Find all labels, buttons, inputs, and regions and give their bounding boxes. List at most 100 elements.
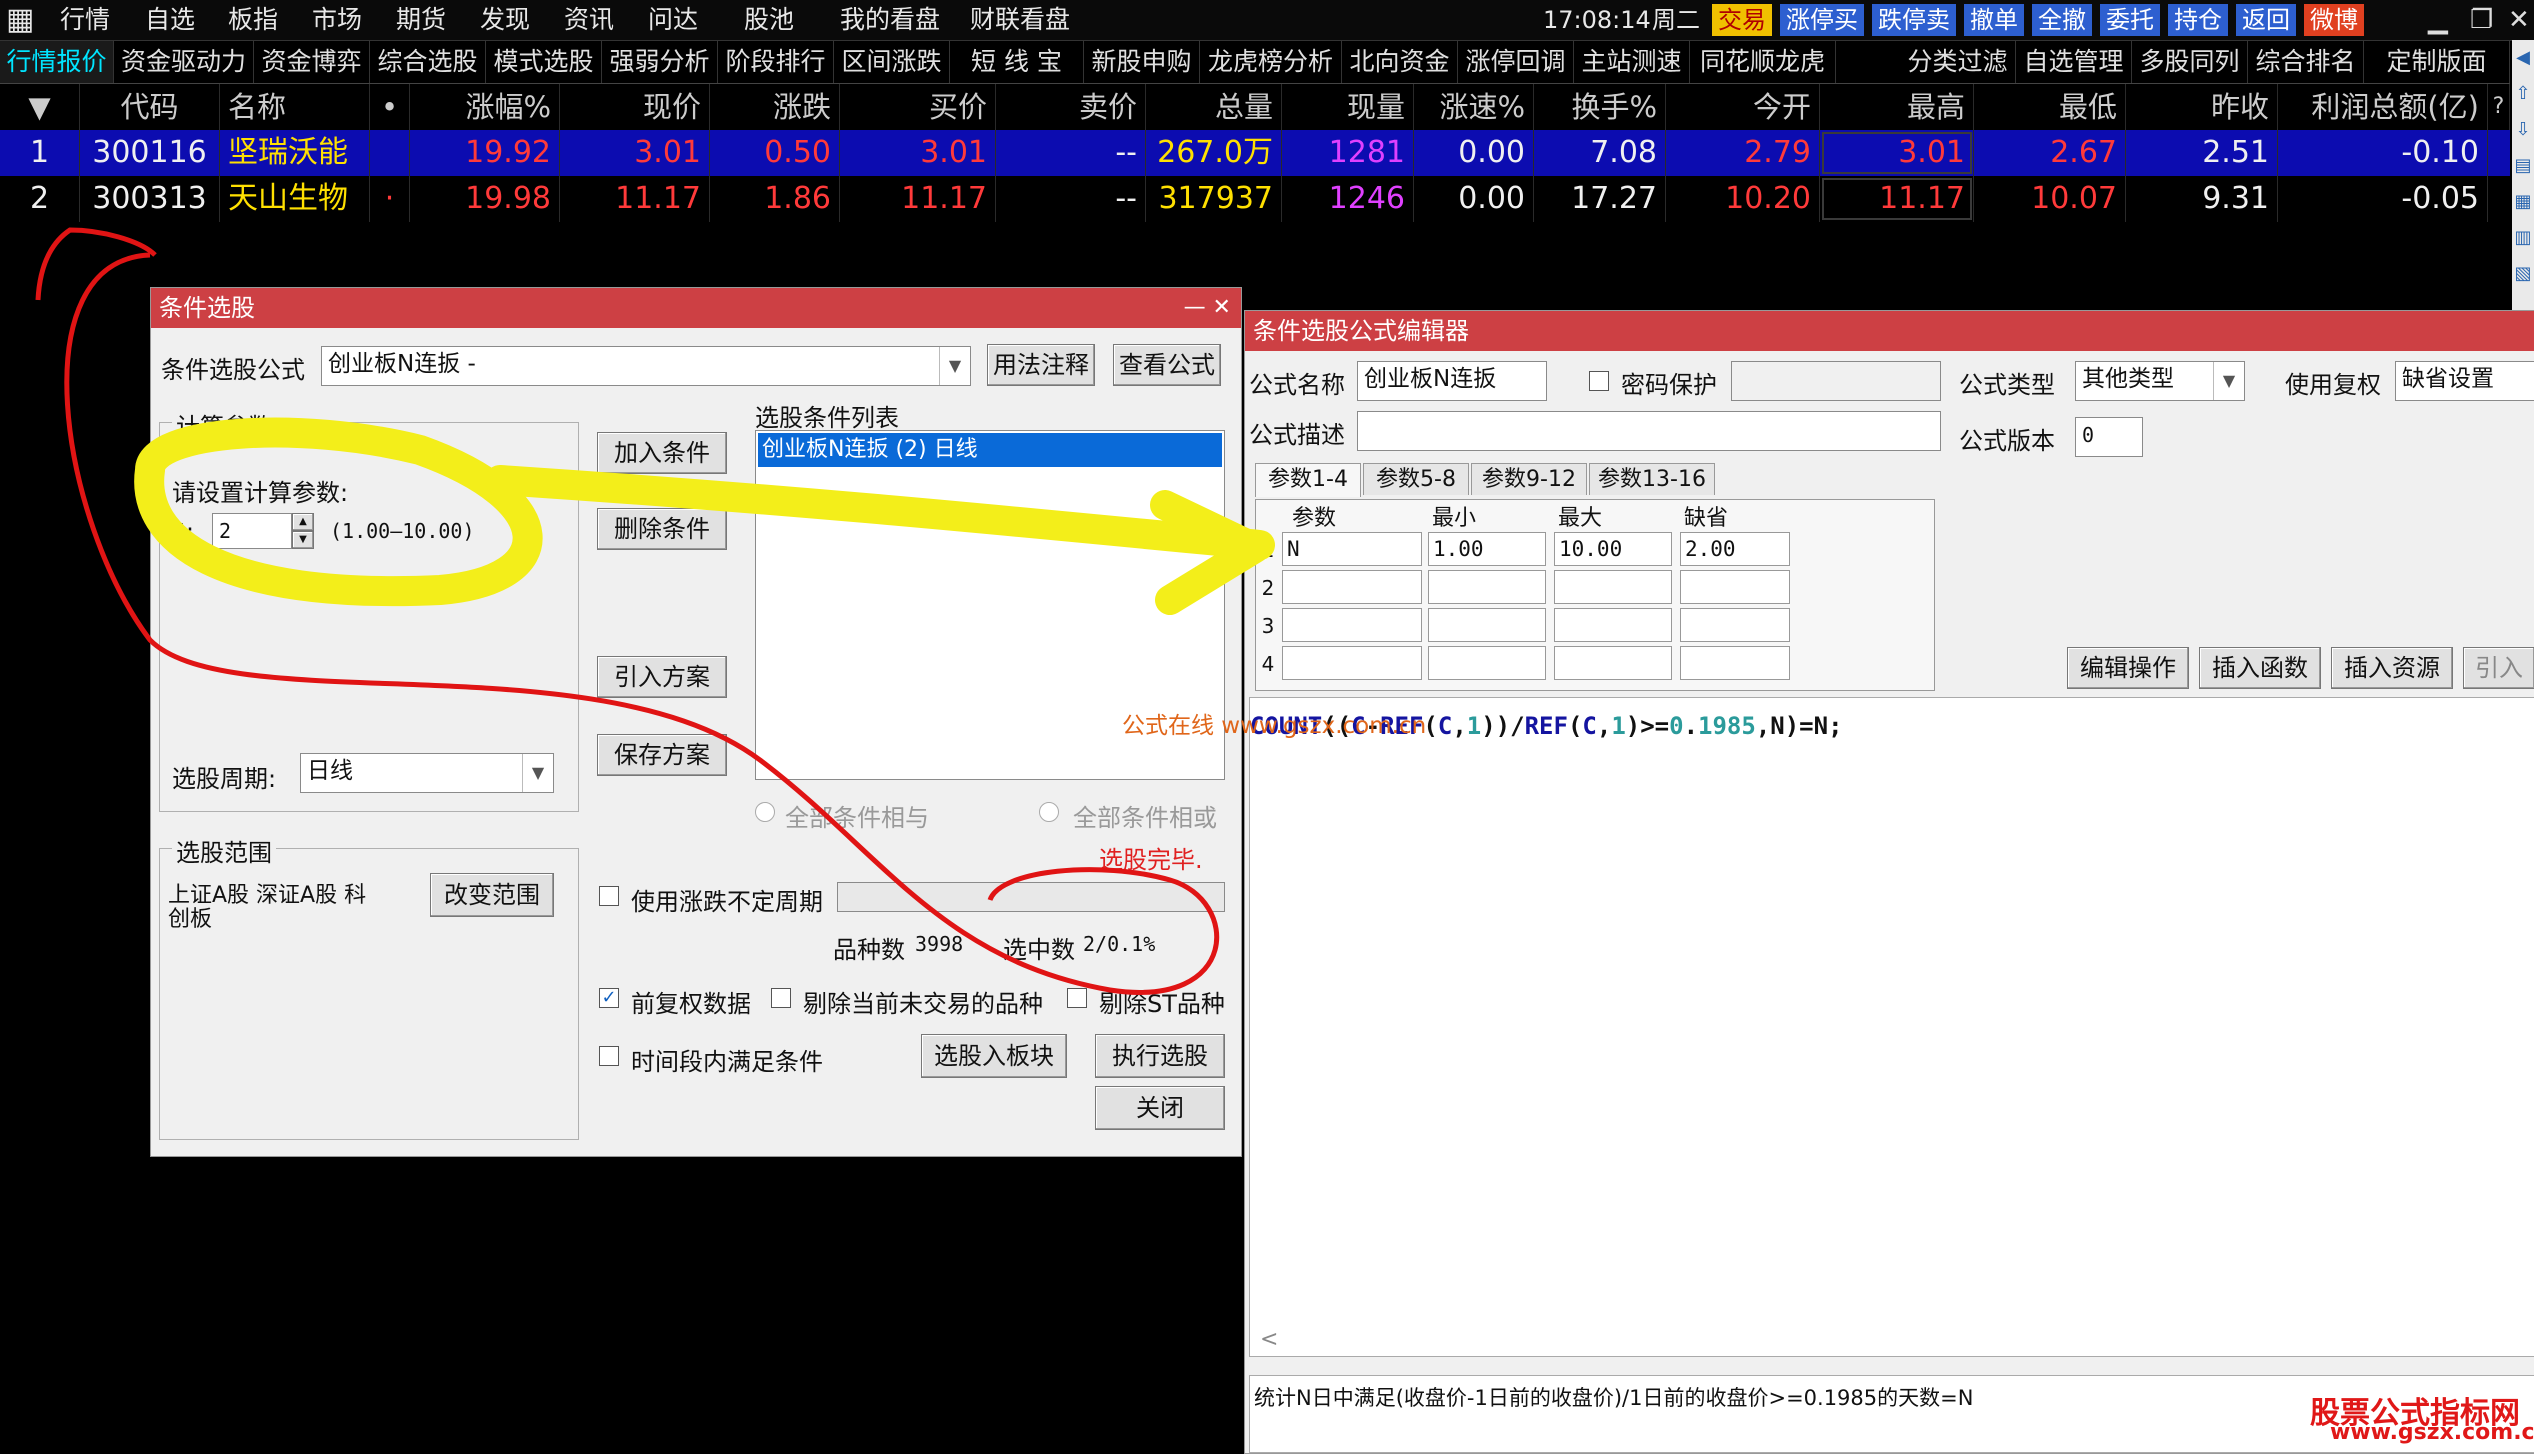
grid-cell-def[interactable]: 2.00 <box>1680 532 1790 566</box>
col-pct[interactable]: 涨幅% <box>410 84 560 130</box>
list-icon[interactable]: ▤ <box>2512 148 2534 184</box>
chevron-down-icon[interactable]: ▼ <box>522 754 553 792</box>
tab-multi-stock[interactable]: 多股同列 <box>2132 41 2248 83</box>
trade-button-0[interactable]: 交易 <box>1712 4 1772 36</box>
menu-cailiankanpan[interactable]: 财联看盘 <box>970 0 1070 40</box>
grid-cell-min[interactable] <box>1428 608 1546 642</box>
scroll-left-icon[interactable]: < <box>1260 1327 1278 1352</box>
variable-period-checkbox[interactable] <box>599 886 619 906</box>
period-select[interactable]: 日线 ▼ <box>300 753 554 793</box>
grid-icon[interactable]: ▦ <box>2512 184 2534 220</box>
spin-down-icon[interactable]: ▼ <box>292 531 314 549</box>
menu-hangqing[interactable]: 行情 <box>60 0 110 40</box>
tab-strength[interactable]: 强弱分析 <box>602 41 718 83</box>
col-prev[interactable]: 昨收 <box>2126 84 2278 130</box>
save-plan-button[interactable]: 保存方案 <box>597 734 727 776</box>
grid-cell-min[interactable] <box>1428 570 1546 604</box>
radio-or[interactable] <box>1039 802 1059 822</box>
sort-icon[interactable]: ▼ <box>0 84 80 130</box>
minimize-icon[interactable]: ▁ <box>2428 0 2448 40</box>
menu-wodekanpan[interactable]: 我的看盘 <box>840 0 940 40</box>
tab-dragon-tiger[interactable]: 龙虎榜分析 <box>1200 41 1342 83</box>
col-vol[interactable]: 总量 <box>1146 84 1282 130</box>
col-cur[interactable]: 现量 <box>1282 84 1414 130</box>
exclude-st-checkbox[interactable] <box>1067 988 1087 1008</box>
exclude-untraded-checkbox[interactable] <box>771 988 791 1008</box>
chevron-down-icon[interactable]: ▼ <box>939 347 970 385</box>
grid-cell-def[interactable] <box>1680 646 1790 680</box>
col-speed[interactable]: 涨速% <box>1414 84 1534 130</box>
menu-qihuo[interactable]: 期货 <box>396 0 446 40</box>
formula-desc-input[interactable] <box>1357 411 1941 451</box>
trade-button-2[interactable]: 跌停卖 <box>1872 4 1956 36</box>
menu-banzhi[interactable]: 板指 <box>228 0 278 40</box>
chevron-down-icon[interactable]: ▼ <box>2213 362 2244 400</box>
import-plan-button[interactable]: 引入方案 <box>597 656 727 698</box>
tab-pattern-select[interactable]: 模式选股 <box>486 41 602 83</box>
col-mark[interactable]: • <box>370 84 410 130</box>
col-profit[interactable]: 利润总额(亿) <box>2278 84 2488 130</box>
radio-and[interactable] <box>755 802 775 822</box>
tab-custom-layout[interactable]: 定制版面 <box>2364 41 2510 83</box>
insert-function-button[interactable]: 插入函数 <box>2199 647 2321 689</box>
grid-cell-max[interactable]: 10.00 <box>1554 532 1672 566</box>
menu-wenda[interactable]: 问达 <box>648 0 698 40</box>
grid-cell-def[interactable] <box>1680 570 1790 604</box>
tab-range-change[interactable]: 区间涨跌 <box>834 41 950 83</box>
trade-button-3[interactable]: 撤单 <box>1964 4 2024 36</box>
menu-faxian[interactable]: 发现 <box>480 0 530 40</box>
table-row[interactable]: 1 300116 坚瑞沃能 19.92 3.01 0.50 3.01 -- 26… <box>0 130 2510 176</box>
tab-params-9-12[interactable]: 参数9-12 <box>1471 463 1587 495</box>
adjust-mode-select[interactable]: 缺省设置 <box>2395 361 2534 401</box>
tab-params-5-8[interactable]: 参数5-8 <box>1363 463 1469 495</box>
grid-cell-max[interactable] <box>1554 646 1672 680</box>
up-icon[interactable]: ⇧ <box>2512 76 2534 112</box>
col-ask[interactable]: 卖价 <box>996 84 1146 130</box>
tab-quote[interactable]: 行情报价 <box>0 41 114 83</box>
trade-button-6[interactable]: 持仓 <box>2168 4 2228 36</box>
col-chg[interactable]: 涨跌 <box>710 84 840 130</box>
grid-cell-max[interactable] <box>1554 570 1672 604</box>
grid-cell-max[interactable] <box>1554 608 1672 642</box>
formula-select[interactable]: 创业板N连扳 - ▼ <box>321 346 971 386</box>
usage-note-button[interactable]: 用法注释 <box>987 344 1095 386</box>
spin-up-icon[interactable]: ▲ <box>292 513 314 531</box>
tab-limit-pullback[interactable]: 涨停回调 <box>1458 41 1574 83</box>
grid-cell-min[interactable] <box>1428 646 1546 680</box>
menu-shichang[interactable]: 市场 <box>312 0 362 40</box>
change-scope-button[interactable]: 改变范围 <box>430 873 554 917</box>
delete-condition-button[interactable]: 删除条件 <box>597 508 727 550</box>
menu-zixuan[interactable]: 自选 <box>145 0 195 40</box>
col-bid[interactable]: 买价 <box>840 84 996 130</box>
tab-short-line[interactable]: 短 线 宝 <box>950 41 1084 83</box>
chart-icon[interactable]: ▧ <box>2512 256 2534 292</box>
col-turn[interactable]: 换手% <box>1534 84 1666 130</box>
list-item[interactable]: 创业板N连扳 (2) 日线 <box>758 433 1222 467</box>
view-formula-button[interactable]: 查看公式 <box>1113 344 1221 386</box>
grid-cell-name[interactable] <box>1282 570 1422 604</box>
edit-operations-button[interactable]: 编辑操作 <box>2067 647 2189 689</box>
table-row[interactable]: 2 300313 天山生物 · 19.98 11.17 1.86 11.17 -… <box>0 176 2510 222</box>
collapse-icon[interactable]: ◀ <box>2512 40 2534 76</box>
grid-cell-min[interactable]: 1.00 <box>1428 532 1546 566</box>
close-icon[interactable]: ✕ <box>2508 0 2530 40</box>
help-icon[interactable]: ? <box>2488 84 2510 130</box>
menu-guchi[interactable]: 股池 <box>744 0 794 40</box>
col-high[interactable]: 最高 <box>1820 84 1974 130</box>
execute-button[interactable]: 执行选股 <box>1095 1034 1225 1078</box>
col-code[interactable]: 代码 <box>80 84 220 130</box>
import-formula-button[interactable]: 引入公 <box>2463 647 2534 689</box>
tab-fund-drive[interactable]: 资金驱动力 <box>114 41 254 83</box>
restore-icon[interactable]: ❐ <box>2470 0 2493 40</box>
add-condition-button[interactable]: 加入条件 <box>597 432 727 474</box>
tab-northbound[interactable]: 北向资金 <box>1342 41 1458 83</box>
col-name[interactable]: 名称 <box>220 84 370 130</box>
menu-zixun[interactable]: 资讯 <box>564 0 614 40</box>
formula-code-editor[interactable]: COUNT((C-REF(C,1))/REF(C,1)>=0.1985,N)=N… <box>1249 697 2534 1357</box>
tab-ths-dragon-tiger[interactable]: 同花顺龙虎 <box>1690 41 1836 83</box>
tab-category-filter[interactable]: 分类过滤 <box>1900 41 2016 83</box>
formula-type-select[interactable]: 其他类型 ▼ <box>2075 361 2245 401</box>
tab-params-13-16[interactable]: 参数13-16 <box>1589 463 1715 495</box>
col-low[interactable]: 最低 <box>1974 84 2126 130</box>
col-price[interactable]: 现价 <box>560 84 710 130</box>
